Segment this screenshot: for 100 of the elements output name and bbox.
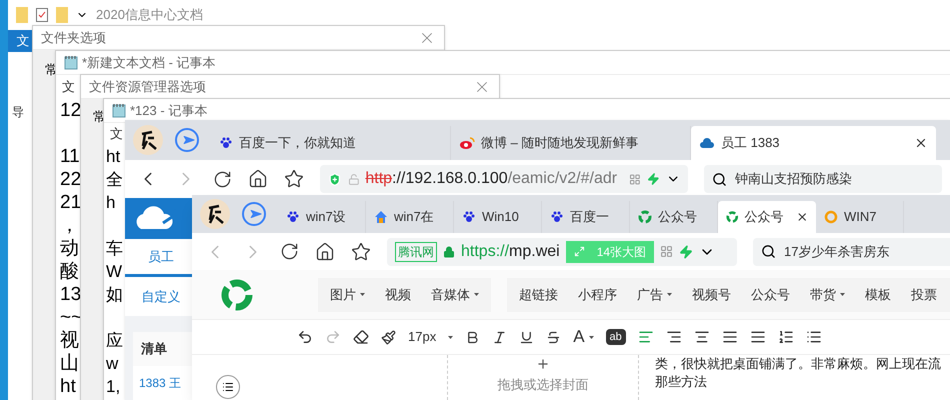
text-line: w	[106, 353, 118, 375]
reload-icon[interactable]	[280, 242, 299, 261]
bullet-list-icon[interactable]	[806, 329, 822, 345]
menu-item[interactable]: 小程序	[578, 284, 617, 304]
window-title: 文件夹选项	[41, 28, 106, 47]
expand-icon	[574, 246, 585, 257]
search-field[interactable]: 钟南山支招预防感染	[704, 165, 942, 193]
text-line: 12	[60, 99, 82, 122]
weibo-icon	[459, 136, 475, 150]
dropdown-icon	[588, 334, 594, 340]
search-icon	[712, 172, 727, 186]
window-title: *新建文本文档 - 记事本	[82, 54, 216, 72]
reload-icon[interactable]	[213, 170, 232, 188]
menu-item[interactable]: 模板	[865, 284, 891, 304]
brush-icon[interactable]	[381, 330, 396, 344]
dropdown-icon	[667, 292, 672, 297]
text-line: 车	[106, 238, 123, 260]
underline-icon[interactable]	[519, 330, 534, 344]
menu-item[interactable]: 文	[110, 124, 123, 144]
dropdown-icon	[448, 334, 454, 340]
browser-tab[interactable]: 公众号	[718, 201, 816, 233]
align-left-icon[interactable]	[638, 329, 654, 345]
undo-icon[interactable]	[297, 329, 313, 345]
strikethrough-icon[interactable]	[546, 330, 562, 344]
folder-icon	[56, 7, 68, 23]
line-height-icon[interactable]	[722, 329, 738, 345]
highlight-button[interactable]: ab	[606, 328, 626, 346]
indent-icon[interactable]	[666, 329, 682, 345]
notepad-icon	[112, 103, 126, 118]
search-field[interactable]: 17岁少年杀害房东	[753, 238, 950, 266]
menu-item[interactable]: 视频	[385, 284, 411, 304]
cloud-icon	[699, 137, 715, 149]
folder-icon	[16, 7, 28, 23]
navigation-icon[interactable]	[175, 128, 199, 152]
menu-item[interactable]: 音媒体	[431, 284, 479, 304]
window-title: *123 - 记事本	[130, 102, 208, 120]
text-line: h	[106, 192, 116, 214]
text-line: ht	[60, 375, 76, 398]
text-line: 应	[106, 330, 123, 352]
text-line: 1,	[106, 376, 120, 398]
cover-drop-zone[interactable]: 拖拽或选择封面	[447, 355, 639, 400]
menu-icon[interactable]	[216, 375, 240, 399]
notepad-icon	[64, 55, 78, 70]
paw-icon	[286, 210, 300, 224]
menu-item[interactable]: 投票	[911, 284, 937, 304]
ring-icon	[726, 210, 738, 224]
menu-item[interactable]: 带货	[810, 284, 845, 304]
italic-icon[interactable]	[492, 330, 508, 344]
address-bar[interactable]: http://192.168.0.100/eamic/v2/#/adr	[320, 165, 688, 193]
align-center-icon[interactable]	[694, 329, 710, 345]
text-line: 酸	[60, 260, 79, 283]
navigation-icon[interactable]	[242, 202, 266, 226]
text-line: 山	[60, 352, 79, 375]
font-size-select[interactable]: 17px	[408, 327, 454, 347]
menu-item[interactable]: 广告	[637, 284, 672, 304]
text-line: 如	[106, 284, 123, 306]
search-icon	[761, 244, 776, 259]
dialog-tab[interactable]: 常	[45, 62, 58, 77]
eraser-icon[interactable]	[353, 329, 369, 345]
menu-item[interactable]: 公众号	[751, 284, 790, 304]
bold-icon[interactable]	[465, 330, 480, 344]
home-icon[interactable]	[315, 242, 335, 262]
text-line: 22	[60, 168, 82, 191]
lock-icon	[443, 246, 455, 258]
text-line: 动	[60, 237, 79, 260]
menu-item[interactable]: 图片	[330, 284, 365, 304]
avatar-icon[interactable]	[133, 125, 163, 155]
text-line: 13	[60, 283, 82, 306]
ring-icon	[824, 210, 838, 224]
menu-item[interactable]: 视频号	[692, 284, 731, 304]
browser-tab[interactable]: 员工 1383	[691, 126, 936, 160]
menu-item[interactable]: 文	[62, 79, 75, 94]
paw-icon	[219, 136, 233, 150]
ring-icon	[638, 210, 652, 224]
text-line: ，	[60, 214, 79, 237]
home-icon[interactable]	[248, 169, 268, 189]
window-title: 2020信息中心文档	[96, 6, 203, 24]
checklist-icon	[36, 8, 48, 22]
text-line: 11	[60, 145, 80, 168]
spacing-icon[interactable]	[750, 329, 766, 345]
text-line: 视	[60, 329, 79, 352]
list-icon[interactable]	[778, 329, 794, 345]
star-icon[interactable]	[284, 169, 304, 189]
close-icon[interactable]	[914, 136, 928, 150]
nav-pane-label: 导	[12, 105, 24, 119]
qr-icon[interactable]	[660, 245, 674, 258]
text-line: W	[106, 261, 122, 283]
logo-icon	[220, 278, 254, 312]
qr-icon[interactable]	[629, 172, 641, 186]
site-badge: 腾讯网	[395, 242, 437, 262]
font-color-button[interactable]: A	[573, 324, 594, 350]
avatar-icon[interactable]	[200, 199, 230, 229]
window-title: 文件资源管理器选项	[89, 78, 206, 96]
body-text: 那些方法	[655, 373, 707, 391]
star-icon[interactable]	[351, 242, 371, 262]
address-bar[interactable]: 腾讯网 https://mp.wei 14张大图	[387, 238, 737, 266]
paw-icon	[462, 210, 476, 224]
body-text: 类，很快就把桌面铺满了。非常麻烦。网上现在流	[655, 355, 941, 373]
menu-item[interactable]: 超链接	[519, 284, 558, 304]
dropdown-icon	[840, 292, 845, 297]
